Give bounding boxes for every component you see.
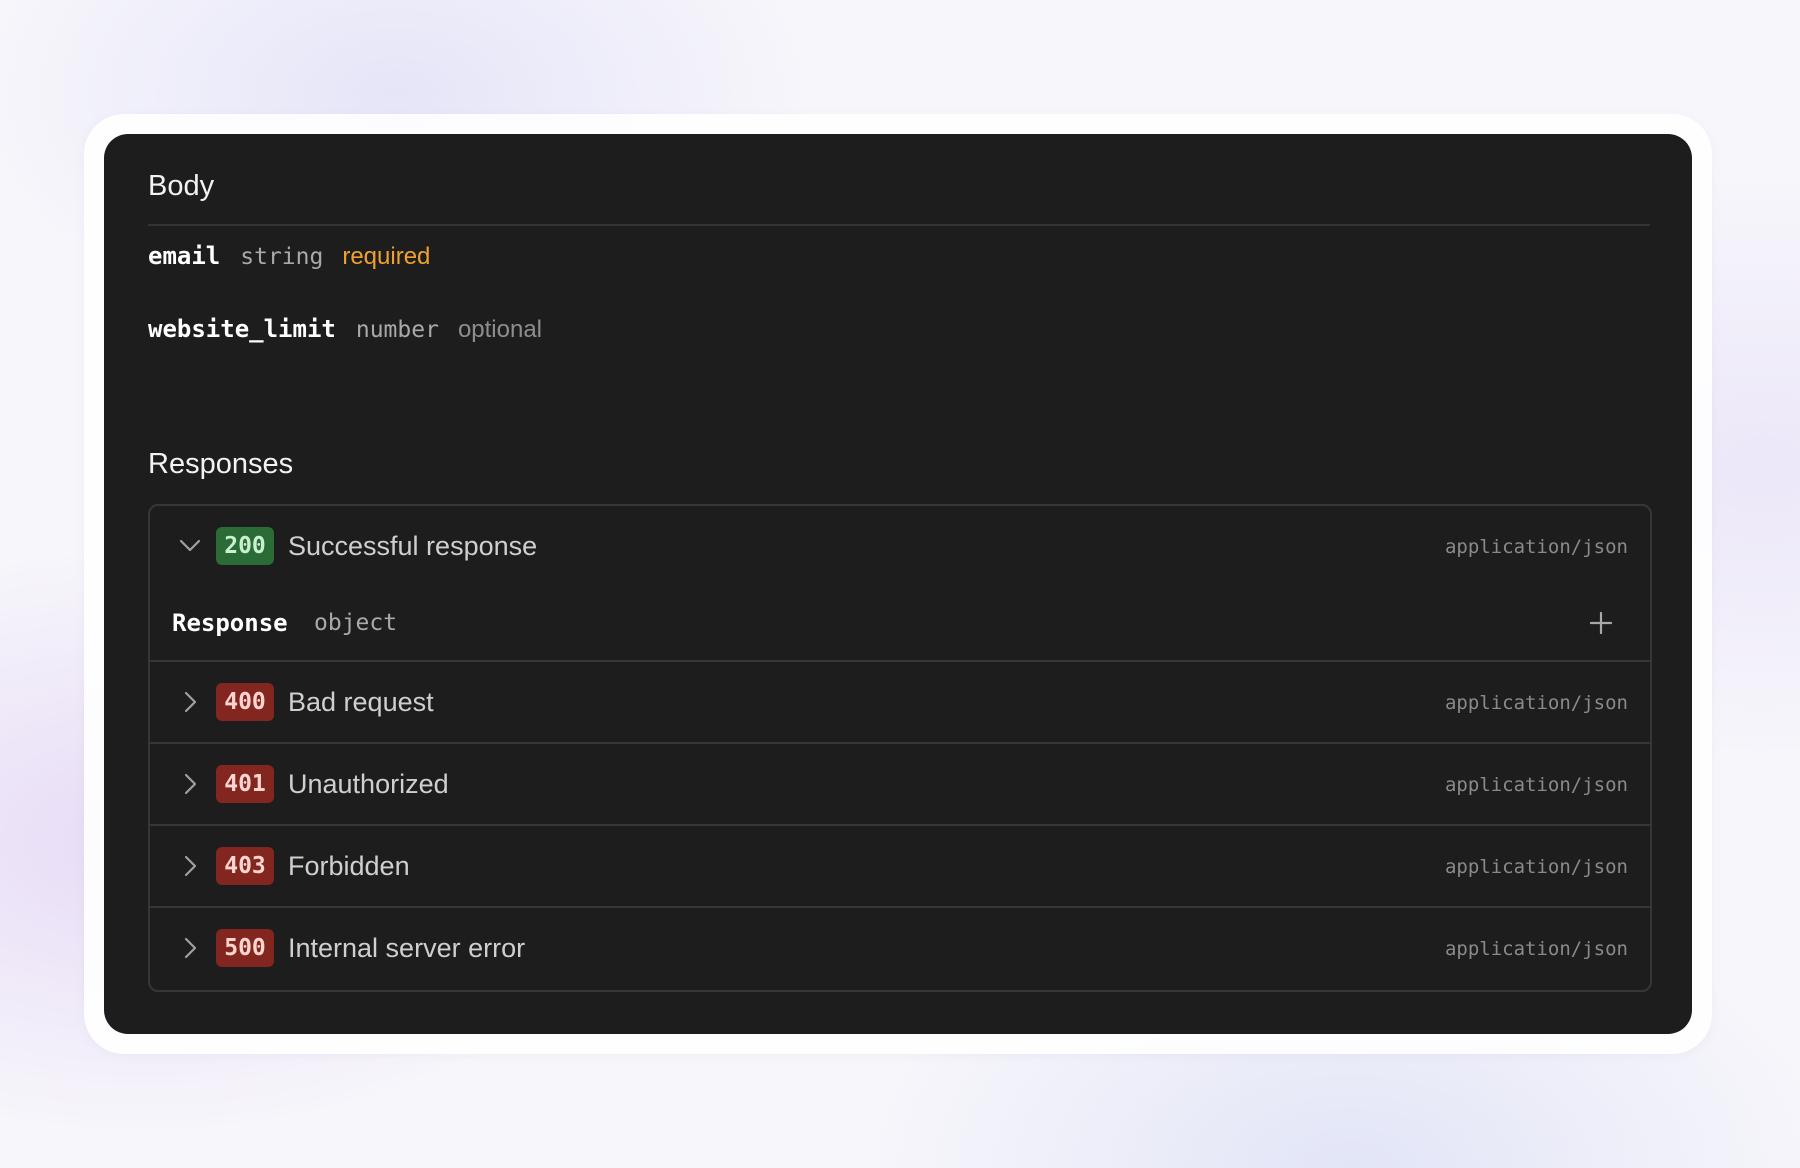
param-optional-flag: optional bbox=[457, 316, 543, 343]
status-badge: 200 bbox=[216, 527, 274, 565]
param-name: email bbox=[148, 242, 221, 270]
responses-list: 200 Successful response application/json… bbox=[148, 504, 1652, 992]
response-label: Unauthorized bbox=[288, 769, 449, 799]
responses-section-title: Responses bbox=[148, 448, 294, 480]
param-required-flag: required bbox=[342, 243, 431, 270]
content-type: application/json bbox=[1444, 692, 1628, 714]
response-row-200[interactable]: 200 Successful response application/json bbox=[150, 506, 1650, 586]
response-object-type: object bbox=[314, 610, 398, 636]
response-label: Forbidden bbox=[288, 851, 410, 881]
plus-icon[interactable] bbox=[1586, 608, 1616, 638]
body-section-title: Body bbox=[148, 170, 215, 202]
response-row-401[interactable]: 401 Unauthorized application/json bbox=[150, 742, 1650, 824]
content-type: application/json bbox=[1444, 856, 1628, 878]
response-row-500[interactable]: 500 Internal server error application/js… bbox=[150, 906, 1650, 988]
api-docs-panel: Body email string required website_limit… bbox=[104, 134, 1692, 1034]
response-object-row: Response object bbox=[150, 586, 1650, 660]
param-type: string bbox=[240, 244, 324, 270]
response-row-400[interactable]: 400 Bad request application/json bbox=[150, 660, 1650, 742]
param-row-website-limit: website_limit number optional bbox=[148, 315, 542, 355]
param-type: number bbox=[355, 317, 439, 343]
chevron-down-icon[interactable] bbox=[172, 528, 208, 564]
body-divider bbox=[148, 224, 1650, 226]
response-row-403[interactable]: 403 Forbidden application/json bbox=[150, 824, 1650, 906]
param-name: website_limit bbox=[148, 315, 336, 343]
response-object-name: Response bbox=[172, 609, 288, 637]
content-type: application/json bbox=[1444, 774, 1628, 796]
response-label: Bad request bbox=[288, 687, 434, 717]
chevron-right-icon[interactable] bbox=[172, 930, 208, 966]
chevron-right-icon[interactable] bbox=[172, 766, 208, 802]
status-badge: 403 bbox=[216, 847, 274, 885]
response-label: Successful response bbox=[288, 531, 538, 561]
response-label: Internal server error bbox=[288, 933, 526, 963]
content-type: application/json bbox=[1444, 938, 1628, 960]
status-badge: 400 bbox=[216, 683, 274, 721]
content-type: application/json bbox=[1444, 536, 1628, 558]
status-badge: 401 bbox=[216, 765, 274, 803]
param-row-email: email string required bbox=[148, 242, 430, 282]
chevron-right-icon[interactable] bbox=[172, 848, 208, 884]
chevron-right-icon[interactable] bbox=[172, 684, 208, 720]
status-badge: 500 bbox=[216, 929, 274, 967]
